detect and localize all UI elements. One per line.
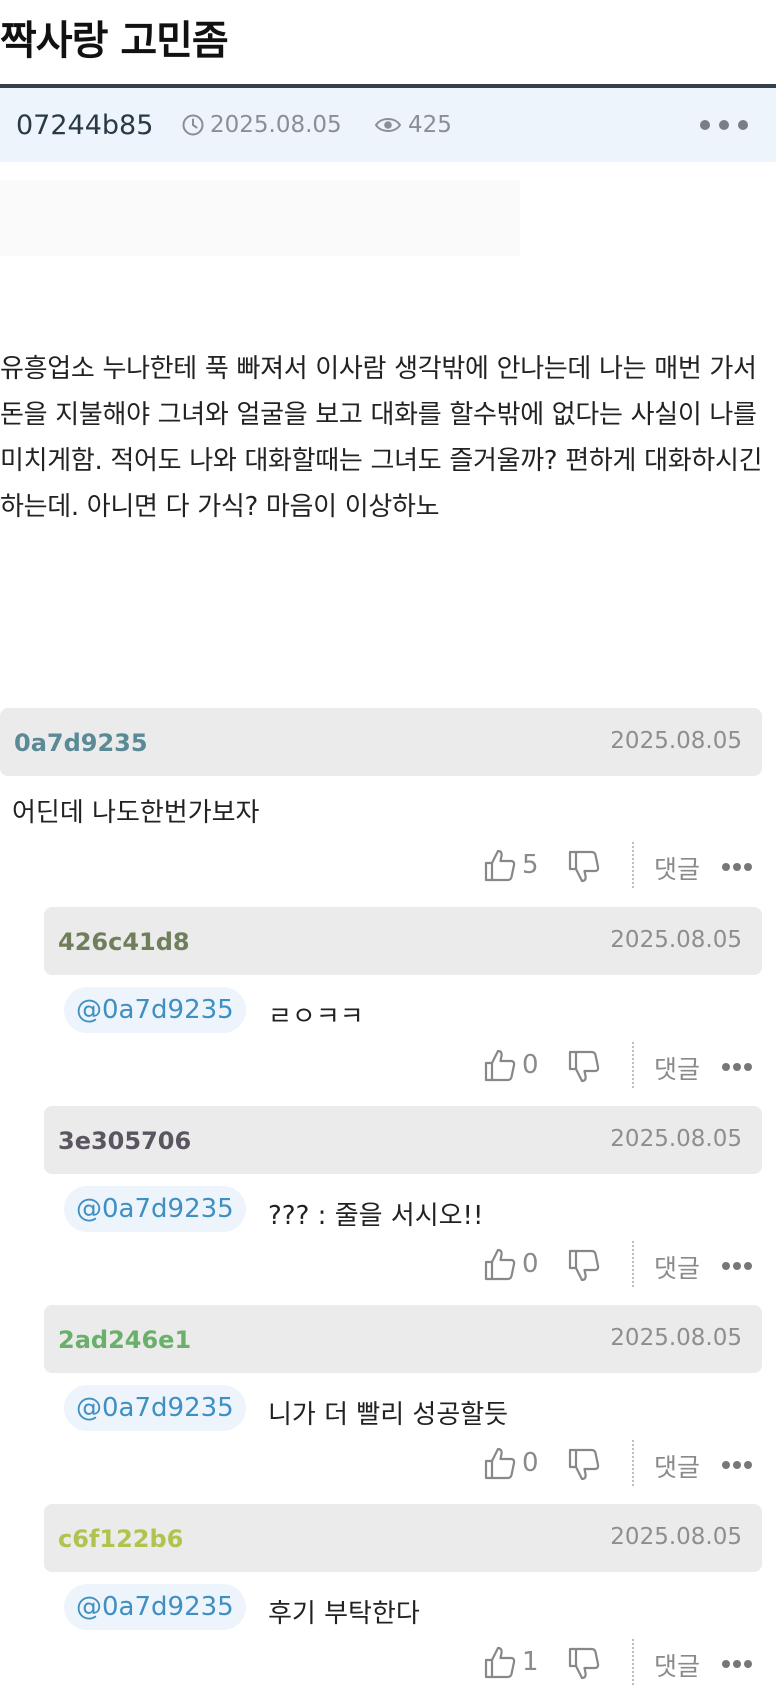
dot	[719, 120, 729, 130]
post-image-placeholder	[0, 180, 520, 256]
mention-tag[interactable]: @0a7d9235	[64, 1584, 246, 1630]
comment-actions: 5 댓글	[484, 842, 764, 892]
reply-header: 3e305706 2025.08.05	[44, 1106, 762, 1174]
comment-author[interactable]: 426c41d8	[58, 928, 190, 956]
comment-actions: 1 댓글	[484, 1639, 764, 1689]
comment-actions: 0 댓글	[484, 1241, 764, 1291]
like-count: 1	[522, 1647, 539, 1677]
thumbs-down-icon[interactable]	[568, 850, 600, 884]
post-views-text: 425	[408, 112, 452, 138]
thumbs-up-icon[interactable]	[484, 1247, 516, 1281]
dot	[744, 863, 752, 871]
dot	[733, 863, 741, 871]
eye-icon	[374, 118, 402, 132]
thumbs-up-icon[interactable]	[484, 1048, 516, 1082]
like-count: 0	[522, 1050, 539, 1080]
thumbs-down-icon[interactable]	[568, 1647, 600, 1681]
action-separator	[632, 842, 634, 888]
comment-date: 2025.08.05	[610, 1126, 742, 1152]
comment-author[interactable]: c6f122b6	[58, 1525, 183, 1553]
dot	[733, 1262, 741, 1270]
mention-tag[interactable]: @0a7d9235	[64, 987, 246, 1033]
post-meta-bar: 07244b85 2025.08.05 425	[0, 88, 776, 162]
thumbs-up-icon[interactable]	[484, 1645, 516, 1679]
thumbs-up-icon[interactable]	[484, 848, 516, 882]
comment-text: ??? : 줄을 서시오!!	[268, 1201, 484, 1231]
more-dots-icon[interactable]	[722, 1460, 752, 1470]
action-separator	[632, 1042, 634, 1088]
reply-header: c6f122b6 2025.08.05	[44, 1504, 762, 1572]
post-title: 짝사랑 고민좀	[0, 18, 229, 64]
post-author[interactable]: 07244b85	[16, 110, 153, 141]
reply-header: 2ad246e1 2025.08.05	[44, 1305, 762, 1373]
thumbs-down-icon[interactable]	[568, 1249, 600, 1283]
mention-tag[interactable]: @0a7d9235	[64, 1186, 246, 1232]
post-body: 유흥업소 누나한테 푹 빠져서 이사람 생각밖에 안나는데 나는 매번 가서 돈…	[0, 354, 763, 522]
comment-header: 0a7d9235 2025.08.05	[0, 708, 762, 776]
more-dots-icon[interactable]	[722, 862, 752, 872]
dot	[744, 1461, 752, 1469]
like-count: 0	[522, 1249, 539, 1279]
dot	[722, 1262, 730, 1270]
dot	[744, 1063, 752, 1071]
comment-actions: 0 댓글	[484, 1042, 764, 1092]
dot	[733, 1660, 741, 1668]
reply-button[interactable]: 댓글	[654, 1050, 700, 1086]
comment-author[interactable]: 3e305706	[58, 1127, 191, 1155]
post-date: 2025.08.05	[182, 112, 342, 138]
comment-date: 2025.08.05	[610, 1524, 742, 1550]
more-dots-icon[interactable]	[722, 1261, 752, 1271]
comment-date: 2025.08.05	[610, 1325, 742, 1351]
dot	[744, 1262, 752, 1270]
comment-text: 어딘데 나도한번가보자	[12, 798, 260, 828]
post-views: 425	[374, 112, 452, 138]
reply-button[interactable]: 댓글	[654, 1448, 700, 1484]
more-dots-icon[interactable]	[700, 118, 748, 132]
dot	[738, 120, 748, 130]
comment-author[interactable]: 2ad246e1	[58, 1326, 191, 1354]
clock-icon	[182, 114, 204, 136]
dot	[722, 1660, 730, 1668]
dot	[744, 1660, 752, 1668]
comment-text: 니가 더 빨리 성공할듯	[268, 1400, 509, 1430]
more-dots-icon[interactable]	[722, 1659, 752, 1669]
dot	[722, 1461, 730, 1469]
action-separator	[632, 1639, 634, 1685]
like-count: 5	[522, 850, 539, 880]
dot	[722, 863, 730, 871]
comment-text: ㄹㅇㅋㅋ	[268, 1002, 364, 1032]
comment-author[interactable]: 0a7d9235	[14, 729, 148, 757]
comment-text: 후기 부탁한다	[268, 1599, 420, 1629]
thumbs-up-icon[interactable]	[484, 1446, 516, 1480]
dot	[700, 120, 710, 130]
reply-button[interactable]: 댓글	[654, 1647, 700, 1683]
reply-header: 426c41d8 2025.08.05	[44, 907, 762, 975]
reply-button[interactable]: 댓글	[654, 850, 700, 886]
dot	[733, 1063, 741, 1071]
mention-tag[interactable]: @0a7d9235	[64, 1385, 246, 1431]
like-count: 0	[522, 1448, 539, 1478]
dot	[733, 1461, 741, 1469]
reply-button[interactable]: 댓글	[654, 1249, 700, 1285]
thumbs-down-icon[interactable]	[568, 1448, 600, 1482]
action-separator	[632, 1241, 634, 1287]
comment-actions: 0 댓글	[484, 1440, 764, 1490]
post-date-text: 2025.08.05	[210, 112, 342, 138]
more-dots-icon[interactable]	[722, 1062, 752, 1072]
thumbs-down-icon[interactable]	[568, 1050, 600, 1084]
comment-date: 2025.08.05	[610, 728, 742, 754]
action-separator	[632, 1440, 634, 1486]
comment-date: 2025.08.05	[610, 927, 742, 953]
dot	[722, 1063, 730, 1071]
